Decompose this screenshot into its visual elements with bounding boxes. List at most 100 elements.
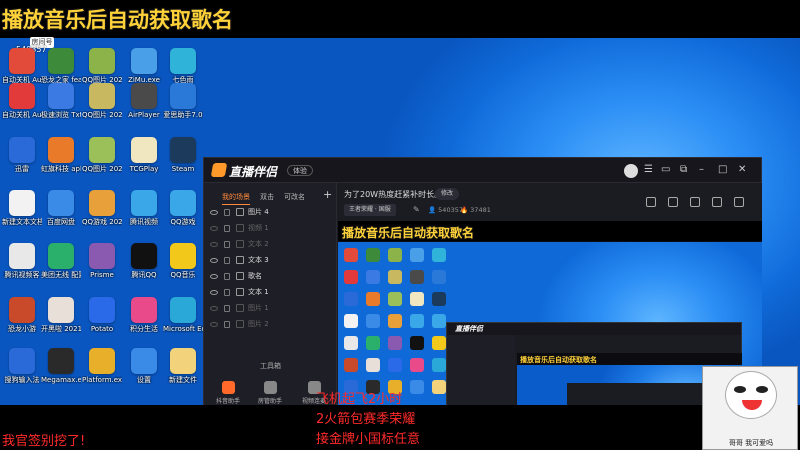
eye-icon[interactable] bbox=[210, 322, 218, 327]
bell-icon[interactable] bbox=[712, 197, 722, 207]
lock-icon[interactable] bbox=[224, 321, 230, 328]
lock-icon[interactable] bbox=[224, 209, 230, 216]
hot-count: 🔥 37481 bbox=[460, 206, 491, 214]
maximize-icon[interactable]: □ bbox=[718, 164, 727, 176]
add-source-icon[interactable]: + bbox=[323, 188, 332, 201]
desktop-icon[interactable]: Platform.exe bbox=[82, 348, 122, 384]
layout-icon[interactable] bbox=[646, 197, 656, 207]
eye-icon[interactable] bbox=[210, 242, 218, 247]
layer-row[interactable]: 图片 1 bbox=[204, 301, 337, 316]
desktop-icon[interactable]: 新建文件 bbox=[163, 348, 203, 384]
layer-row[interactable]: 视频 1 bbox=[204, 221, 337, 236]
desktop-icon[interactable]: Potato bbox=[82, 297, 122, 333]
desktop-icon[interactable]: 恐龙小游 bbox=[2, 297, 42, 333]
desktop-icon[interactable]: 开黑啦 2021 bbox=[41, 297, 81, 333]
desktop-icon[interactable]: AirPlayer bbox=[124, 83, 164, 119]
desktop-icon[interactable]: 积分生活 bbox=[124, 297, 164, 333]
desktop-icon[interactable]: 美团无线 配置 bbox=[41, 243, 81, 279]
record-icon[interactable] bbox=[690, 197, 700, 207]
desktop-icon[interactable]: 自动关机 AutoOff bbox=[2, 48, 42, 84]
app-icon bbox=[48, 348, 74, 374]
desktop-icon[interactable]: 新建文本文档 bbox=[2, 190, 42, 226]
desktop-icon[interactable]: ZiMu.exe bbox=[124, 48, 164, 84]
desktop-icon[interactable]: 搜狗输入法 bbox=[2, 348, 42, 384]
desktop-icon[interactable]: QQ图片 20210613 bbox=[82, 83, 122, 119]
preview-app-icon bbox=[432, 358, 446, 372]
desktop-icon[interactable]: 设置 bbox=[124, 348, 164, 384]
desktop-icon[interactable]: 恐龙之家 fear sur bbox=[41, 48, 81, 84]
eye-icon[interactable] bbox=[210, 226, 218, 231]
layer-type-icon bbox=[236, 240, 244, 248]
layer-row[interactable]: 图片 4 bbox=[204, 205, 337, 220]
app-icon bbox=[9, 243, 35, 269]
desktop-icon[interactable]: 爱思助手7.0 bbox=[163, 83, 203, 119]
desktop-icon[interactable]: TCGPlay bbox=[124, 137, 164, 173]
desktop-icon[interactable]: Megamax.exe bbox=[41, 348, 81, 384]
restore-icon[interactable]: ⧉ bbox=[680, 164, 687, 176]
layer-row[interactable]: 歌名 bbox=[204, 269, 337, 284]
desktop-icon[interactable]: 百度网盘 bbox=[41, 190, 81, 226]
layer-type-icon bbox=[236, 288, 244, 296]
desktop-icon[interactable]: QQ图片 20210630 bbox=[82, 48, 122, 84]
tab-double-click[interactable]: 双击 bbox=[260, 192, 274, 202]
lock-icon[interactable] bbox=[224, 273, 230, 280]
layer-row[interactable]: 文本 1 bbox=[204, 285, 337, 300]
lock-icon[interactable] bbox=[224, 289, 230, 296]
eye-icon[interactable] bbox=[210, 274, 218, 279]
skin-icon[interactable]: ▭ bbox=[661, 164, 670, 176]
desktop-icon-label: 搜狗输入法 bbox=[4, 376, 40, 384]
menu-icon[interactable]: ☰ bbox=[644, 164, 653, 176]
layer-row[interactable]: 文本 2 bbox=[204, 237, 337, 252]
preview-app-icon bbox=[366, 358, 380, 372]
preview-app-icon bbox=[410, 358, 424, 372]
layer-type-icon bbox=[236, 256, 244, 264]
lock-icon[interactable] bbox=[224, 257, 230, 264]
eye-icon[interactable] bbox=[210, 258, 218, 263]
layer-row[interactable]: 图片 2 bbox=[204, 317, 337, 332]
desktop-icon[interactable]: 虹旗科技 apk bbox=[41, 137, 81, 173]
desktop-icon[interactable]: QQ游戏 bbox=[163, 190, 203, 226]
room-number: 👤 540357 bbox=[428, 206, 463, 214]
desktop-icon[interactable]: 七色雨 bbox=[163, 48, 203, 84]
desktop-icon[interactable]: QQ音乐 bbox=[163, 243, 203, 279]
eye-icon[interactable] bbox=[210, 306, 218, 311]
minimize-icon[interactable]: – bbox=[699, 164, 704, 176]
eye-icon[interactable] bbox=[210, 290, 218, 295]
desktop-icon[interactable]: QQ游戏 2021 bbox=[82, 190, 122, 226]
layer-row[interactable]: 文本 3 bbox=[204, 253, 337, 268]
tab-my-scenes[interactable]: 我的场景 bbox=[222, 192, 250, 205]
category-tag[interactable]: 王者荣耀 · 国服 bbox=[344, 204, 396, 216]
close-icon[interactable]: ✕ bbox=[738, 164, 746, 176]
share-icon[interactable] bbox=[734, 197, 744, 207]
desktop-icon[interactable]: Prisme bbox=[82, 243, 122, 279]
desktop-icon[interactable]: 腾讯视频客 bbox=[2, 243, 42, 279]
desktop-icon[interactable]: 腾讯QQ bbox=[124, 243, 164, 279]
tool-douyin-helper[interactable]: 抖音助手 bbox=[210, 381, 246, 405]
beta-badge[interactable]: 体验 bbox=[287, 165, 313, 176]
user-avatar[interactable] bbox=[624, 164, 638, 178]
edit-title-button[interactable]: 修改 bbox=[435, 188, 460, 200]
preview-inner-title: 播放音乐后自动获取歌名 bbox=[520, 356, 597, 364]
desktop-icon[interactable]: Microsoft Edge bbox=[163, 297, 203, 333]
app-icon bbox=[89, 297, 115, 323]
desktop-icon-label: 腾讯QQ bbox=[131, 271, 157, 279]
desktop-icon[interactable]: 腾讯视频 bbox=[124, 190, 164, 226]
eye-icon[interactable] bbox=[210, 210, 218, 215]
toolbox-label[interactable]: 工具箱 bbox=[204, 361, 337, 371]
lock-icon[interactable] bbox=[224, 305, 230, 312]
desktop-icon[interactable]: Steam bbox=[163, 137, 203, 173]
lock-icon[interactable] bbox=[224, 225, 230, 232]
edit-category-icon[interactable]: ✎ bbox=[413, 205, 420, 214]
lock-icon[interactable] bbox=[668, 197, 678, 207]
lock-icon[interactable] bbox=[224, 241, 230, 248]
desktop-icon[interactable]: 迅雷 bbox=[2, 137, 42, 173]
app-icon bbox=[131, 137, 157, 163]
tool-room-admin[interactable]: 房管助手 bbox=[252, 381, 288, 405]
app-icon bbox=[131, 297, 157, 323]
desktop-icon[interactable]: QQ图片 20210613 bbox=[82, 137, 122, 173]
desktop-icon[interactable]: 自动关机 AutoOff bbox=[2, 83, 42, 119]
desktop-icon[interactable]: 极速浏览 TxtView bbox=[41, 83, 81, 119]
tab-rename[interactable]: 可改名 bbox=[284, 192, 305, 202]
preview-app-icon bbox=[388, 336, 402, 350]
stream-preview[interactable]: 播放音乐后自动获取歌名 直播伴侣 播放音乐后自动获取歌名 bbox=[338, 221, 762, 405]
